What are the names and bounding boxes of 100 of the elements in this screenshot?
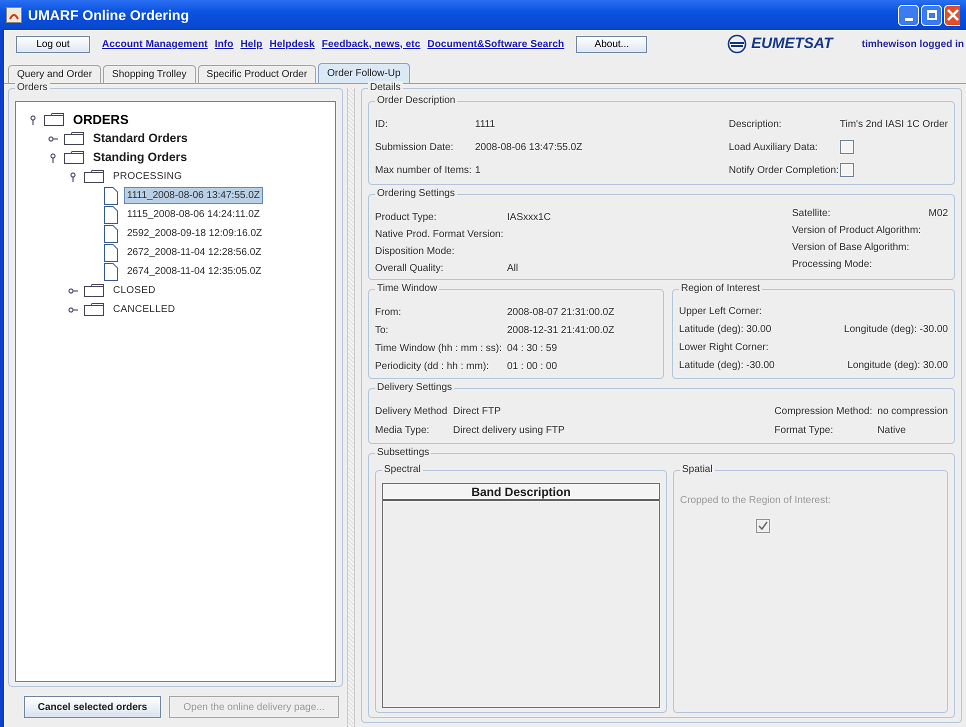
field-label: From: [375,306,402,318]
expanded-handle-icon[interactable] [48,152,58,162]
field-label: ID: [375,118,389,130]
about-button[interactable]: About... [576,36,648,52]
close-button[interactable] [944,4,960,26]
expanded-handle-icon[interactable] [28,114,38,124]
folder-icon [44,113,64,126]
group-title: Ordering Settings [375,187,457,201]
field-value: 2008-12-31 21:41:00.0Z [507,324,614,336]
field-value: 2008-08-06 13:47:55.0Z [475,140,582,154]
field-label: Time Window (hh : mm : ss): [375,342,503,354]
document-icon [104,186,118,204]
tree-item[interactable]: PROCESSING [110,168,186,185]
field-value: 1 [475,164,481,176]
field-label: Product Type: [375,210,438,224]
field-label: Latitude (deg): 30.00 [679,322,772,336]
tree-item[interactable]: 2674_2008-11-04 12:35:05.0Z [124,263,264,280]
field-label: Notify Order Completion: [728,164,840,176]
field-value: 01 : 00 : 00 [507,360,558,372]
minimize-button[interactable] [898,4,919,26]
group-title: Delivery Settings [375,381,454,395]
check-icon [758,521,768,531]
document-icon [104,262,118,280]
window-title: UMARF Online Ordering [28,6,189,25]
field-value: IASxxx1C [507,210,551,224]
nav-link[interactable]: Account Management [102,36,208,52]
field-label: Processing Mode: [792,258,872,272]
field-label: Submission Date: [375,140,454,154]
tree-item[interactable]: Standing Orders [90,149,190,166]
collapsed-handle-icon[interactable] [48,134,58,144]
nav-link[interactable]: Help [240,36,263,52]
user-status: timhewison logged in [862,38,965,52]
tree-item[interactable]: 2672_2008-11-04 12:28:56.0Z [124,244,264,261]
field-label: Delivery Method [375,404,448,418]
field-label: Compression Method: [774,404,874,418]
tree-item[interactable]: 1115_2008-08-06 14:24:11.0Z [124,206,263,223]
field-label: Longitude (deg): 30.00 [847,358,948,372]
field-label: Load Auxiliary Data: [728,140,819,154]
nav-link[interactable]: Feedback, news, etc [322,36,420,52]
field-label: Media Type: [375,424,430,436]
folder-icon [84,170,104,183]
field-label: Format Type: [774,424,834,436]
field-value: Direct delivery using FTP [453,424,565,436]
folder-icon [84,284,104,297]
tree-item[interactable]: CLOSED [110,282,159,299]
tree-item[interactable]: ORDERS [70,111,132,128]
app-icon [6,7,22,23]
checkbox[interactable] [840,163,854,177]
field-label: Description: [728,118,783,130]
group-title: Spectral [382,463,423,477]
checkbox[interactable] [840,140,854,154]
action-button[interactable]: Cancel selected orders [24,696,161,718]
field-label: Satellite: [792,207,830,221]
logo-icon [727,34,748,54]
document-icon [104,244,118,262]
tree-item[interactable]: 2592_2008-09-18 12:09:16.0Z [124,225,266,242]
field-label: Version of Base Algorithm: [792,241,910,255]
tab[interactable]: Specific Product Order [198,65,316,83]
tab[interactable]: Order Follow-Up [318,63,410,83]
nav-link[interactable]: Helpdesk [270,36,315,52]
field-value: no compression [877,404,948,418]
field-value: Native [877,424,906,436]
logo-text: EUMETSAT [751,34,833,54]
folder-icon [64,132,84,145]
field-value: Direct FTP [453,404,501,418]
column-header: Band Description [383,484,659,501]
nav-link[interactable]: Info [214,36,234,52]
collapsed-handle-icon[interactable] [68,286,78,296]
folder-icon [64,151,84,164]
field-value: 04 : 30 : 59 [507,342,558,354]
collapsed-handle-icon[interactable] [68,304,78,314]
tree-item[interactable]: CANCELLED [110,301,178,318]
document-icon [104,224,118,242]
nav-link[interactable]: Document&Software Search [427,36,564,52]
field-value: 1111 [475,118,496,130]
field-label: Longitude (deg): -30.00 [844,322,948,336]
field-label: Native Prod. Format Version: [375,228,504,240]
field-value: 2008-08-07 21:31:00.0Z [507,306,614,318]
field-value: M02 [928,207,948,221]
tree-item[interactable]: Standard Orders [90,130,191,147]
close-icon [947,9,959,21]
document-icon [104,206,118,224]
tree-item[interactable]: 1111_2008-08-06 13:47:55.0Z [124,187,263,204]
maximize-button[interactable] [921,4,942,26]
field-value: All [507,262,518,274]
field-label: Version of Product Algorithm: [792,224,921,238]
field-label: Disposition Mode: [375,244,456,258]
group-title: Region of Interest [679,282,762,296]
field-value: Tim's 2nd IASI 1C Order [840,118,948,130]
group-title: Order Description [375,94,458,108]
field-label: Periodicity (dd : hh : mm): [375,360,490,372]
field-label: Overall Quality: [375,262,444,274]
tab[interactable]: Query and Order [8,65,102,83]
field-label: Upper Left Corner: [679,304,762,318]
logout-button[interactable]: Log out [16,36,90,52]
field-label: Latitude (deg): -30.00 [679,358,775,372]
folder-icon [84,303,104,316]
group-title: Spatial [680,463,715,477]
tab[interactable]: Shopping Trolley [103,65,196,83]
expanded-handle-icon[interactable] [68,172,78,182]
